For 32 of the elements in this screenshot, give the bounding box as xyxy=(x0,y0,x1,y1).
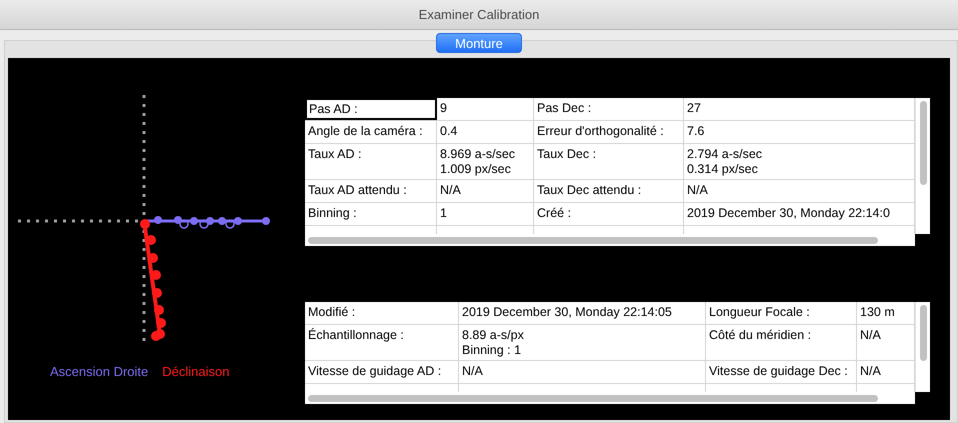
table-cell[interactable]: Vitesse de guidage AD : xyxy=(305,361,459,383)
table-cell[interactable]: 1 xyxy=(437,203,534,225)
table-cell[interactable]: Longueur Focale : xyxy=(706,302,857,324)
horizontal-scrollbar[interactable] xyxy=(308,394,878,402)
table-cell[interactable]: Taux AD : xyxy=(305,144,437,179)
tab[interactable]: Monture xyxy=(436,33,522,53)
table-cell[interactable]: Échantillonnage : xyxy=(305,325,459,360)
table-cell[interactable]: N/A xyxy=(437,180,534,202)
table-cell[interactable]: Binning : xyxy=(305,203,437,225)
table-cell[interactable]: Taux Dec : xyxy=(534,144,684,179)
legend-label: Ascension Droite xyxy=(50,363,148,381)
table-cell[interactable]: Taux Dec attendu : xyxy=(534,180,684,202)
window-title: Examiner Calibration xyxy=(418,6,540,24)
table-cell[interactable]: Côté du méridien : xyxy=(706,325,857,360)
table-cell[interactable]: 8.89 a-s/px Binning : 1 xyxy=(459,325,706,360)
table-cell[interactable]: Angle de la caméra : xyxy=(305,121,437,143)
table-cell[interactable]: Modifié : xyxy=(305,302,459,324)
table-cell[interactable]: Taux AD attendu : xyxy=(305,180,437,202)
table-cell[interactable]: Erreur d'orthogonalité : xyxy=(534,121,684,143)
legend-label: Déclinaison xyxy=(162,363,230,381)
table-cell[interactable]: N/A xyxy=(459,361,706,383)
table-cell[interactable]: 8.969 a-s/sec 1.009 px/sec xyxy=(437,144,534,179)
table-cell[interactable]: Créé : xyxy=(534,203,684,225)
vertical-scrollbar[interactable] xyxy=(920,305,927,361)
table-cell[interactable]: Vitesse de guidage Dec : xyxy=(706,361,857,383)
table-cell[interactable]: 9 xyxy=(437,98,534,120)
horizontal-scrollbar[interactable] xyxy=(308,236,878,244)
table-cell[interactable]: Pas Dec : xyxy=(534,98,684,120)
table-cell[interactable]: 0.4 xyxy=(437,121,534,143)
table-cell[interactable]: 2019 December 30, Monday 22:14:05 xyxy=(459,302,706,324)
vertical-scrollbar[interactable] xyxy=(920,101,927,185)
table-cell[interactable]: Pas AD : xyxy=(305,98,437,120)
